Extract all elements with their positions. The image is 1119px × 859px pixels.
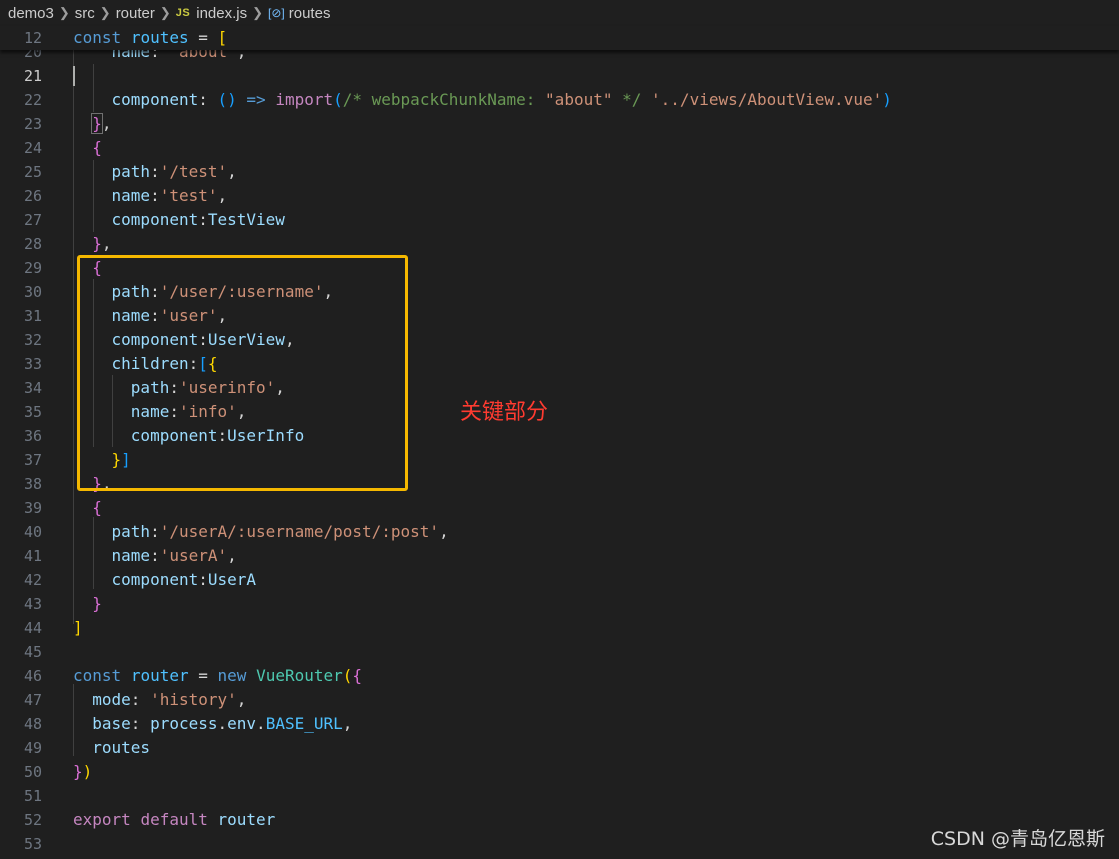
line-code: { [92,138,102,157]
line-number: 40 [23,523,42,541]
line-number: 37 [23,451,42,469]
line-number: 31 [23,307,42,325]
code-line-41: 41 name:'userA', [0,544,1119,568]
line-number: 51 [23,787,42,805]
line-code: component:TestView [111,210,285,229]
code-line-47: 47 mode: 'history', [0,688,1119,712]
line-number: 41 [23,547,42,565]
line-number: 49 [23,739,42,757]
code-line-21: 21 [0,64,1119,88]
line-code: }, [91,113,112,134]
code-line-43: 43 } [0,592,1119,616]
line-number: 53 [23,835,42,853]
line-code: path:'/userA/:username/post/:post', [111,522,449,541]
indent-guide [93,517,94,589]
line-code: name:'test', [111,186,228,205]
code-line-45: 45 [0,640,1119,664]
watermark: CSDN @青岛亿恩斯 [930,828,1105,850]
annotation-label: 关键部分 [460,400,549,425]
js-file-icon: JS [175,7,191,19]
indent-guide [73,50,74,624]
line-number: 28 [23,235,42,253]
line-number: 36 [23,427,42,445]
line-code: }, [92,234,112,253]
code-line-42: 42 component:UserA [0,568,1119,592]
code-line-24: 24 { [0,136,1119,160]
code-line-50: 50 }) [0,760,1119,784]
chevron-right-icon: ❯ [252,5,264,20]
breadcrumb-item-symbol[interactable]: routes [289,5,331,22]
line-number: 46 [23,667,42,685]
line-number: 30 [23,283,42,301]
line-number: 34 [23,379,42,397]
line-number: 25 [23,163,42,181]
text-cursor [73,66,75,86]
line-code: }) [73,762,93,781]
line-number: 32 [23,331,42,349]
line-number: 22 [23,91,42,109]
line-number: 39 [23,499,42,517]
line-number: 24 [23,139,42,157]
line-number: 42 [23,571,42,589]
breadcrumb-item-demo3[interactable]: demo3 [8,5,54,22]
line-number: 27 [23,211,42,229]
line-code: name:'userA', [111,546,237,565]
line-number: 44 [23,619,42,637]
line-number: 45 [23,643,42,661]
line-number: 38 [23,475,42,493]
annotation-highlight-box [77,255,408,491]
line-number: 26 [23,187,42,205]
line-number: 47 [23,691,42,709]
breadcrumb-item-file[interactable]: index.js [196,5,247,22]
code-line-40: 40 path:'/userA/:username/post/:post', [0,520,1119,544]
chevron-right-icon: ❯ [159,5,171,20]
code-line-49: 49 routes [0,736,1119,760]
symbol-variable-icon: [⊘] [268,6,285,20]
code-line-28: 28 }, [0,232,1119,256]
indent-guide [93,64,94,112]
line-number: 43 [23,595,42,613]
line-code: mode: 'history', [92,690,247,709]
line-number: 35 [23,403,42,421]
line-number: 50 [23,763,42,781]
line-number: 12 [23,29,42,47]
line-number: 21 [23,67,42,85]
breadcrumb-item-src[interactable]: src [75,5,95,22]
line-code: component:UserA [111,570,257,589]
code-line-27: 27 component:TestView [0,208,1119,232]
indent-guide [73,684,74,756]
line-number: 33 [23,355,42,373]
code-line-44: 44 ] [0,616,1119,640]
line-number: 48 [23,715,42,733]
chevron-right-icon: ❯ [58,5,70,20]
code-line-51: 51 [0,784,1119,808]
line-code: component: () => import(/* webpackChunkN… [111,90,892,109]
line-code: routes [92,738,151,757]
line-code: } [92,594,102,613]
code-editor[interactable]: 12 const routes = [ 20 name: 'about', 21… [0,26,1119,859]
line-code: const router = new VueRouter({ [73,666,363,685]
sticky-line-code: const routes = [ [73,28,228,47]
line-code: path:'/test', [111,162,237,181]
sticky-scroll-header[interactable]: 12 const routes = [ [0,26,1119,50]
code-line-46: 46 const router = new VueRouter({ [0,664,1119,688]
breadcrumb: demo3 ❯ src ❯ router ❯ JS index.js ❯ [⊘]… [0,0,1119,26]
line-code: { [92,498,102,517]
line-number: 23 [23,115,42,133]
code-line-25: 25 path:'/test', [0,160,1119,184]
chevron-right-icon: ❯ [99,5,111,20]
line-code: export default router [73,810,276,829]
code-line-39: 39 { [0,496,1119,520]
line-number: 29 [23,259,42,277]
code-line-48: 48 base: process.env.BASE_URL, [0,712,1119,736]
code-line-22: 22 component: () => import(/* webpackChu… [0,88,1119,112]
breadcrumb-item-router[interactable]: router [116,5,155,22]
code-line-26: 26 name:'test', [0,184,1119,208]
line-number: 52 [23,811,42,829]
line-code: ] [73,618,83,637]
indent-guide [93,160,94,232]
line-code: base: process.env.BASE_URL, [92,714,353,733]
code-line-23: 23 }, [0,112,1119,136]
